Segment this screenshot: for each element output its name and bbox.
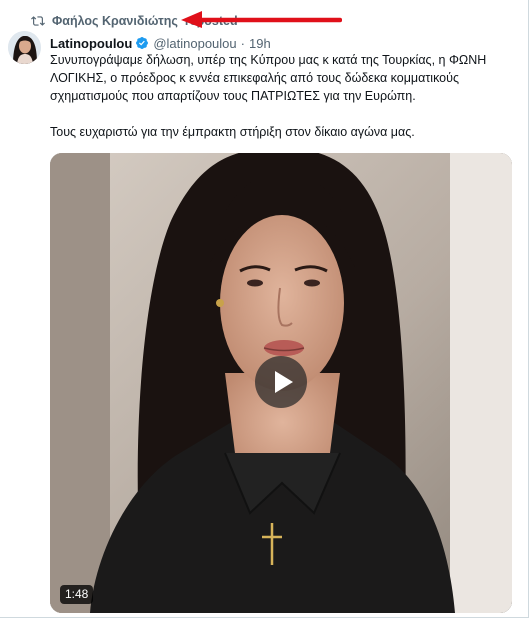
video-duration: 1:48 — [60, 585, 94, 604]
video-player[interactable]: 1:48 — [50, 153, 512, 613]
header-separator: · — [240, 35, 245, 51]
tweet-header: Latinopoulou @latinopoulou · 19h — [50, 34, 271, 52]
play-icon — [275, 371, 293, 393]
verified-badge-icon — [136, 37, 149, 49]
tweet-timestamp[interactable]: 19h — [249, 36, 271, 51]
author-handle[interactable]: @latinopoulou — [153, 36, 236, 51]
annotation-arrow — [181, 11, 342, 28]
play-button[interactable] — [255, 356, 307, 408]
tweet-text: Συνυπογράψαμε δήλωση, υπέρ της Κύπρου μα… — [50, 51, 520, 141]
author-name[interactable]: Latinopoulou — [50, 36, 132, 51]
repost-user[interactable]: Φαήλος Κρανιδιώτης — [52, 14, 178, 28]
repost-icon — [31, 16, 45, 26]
tweet-card[interactable]: Φαήλος Κρανιδιώτης reposted Latinopoulou… — [0, 0, 529, 618]
tweet-paragraph-1: Συνυπογράψαμε δήλωση, υπέρ της Κύπρου μα… — [50, 53, 487, 103]
avatar[interactable] — [8, 31, 41, 64]
tweet-paragraph-2: Τους ευχαριστώ για την έμπρακτη στήριξη … — [50, 125, 415, 139]
